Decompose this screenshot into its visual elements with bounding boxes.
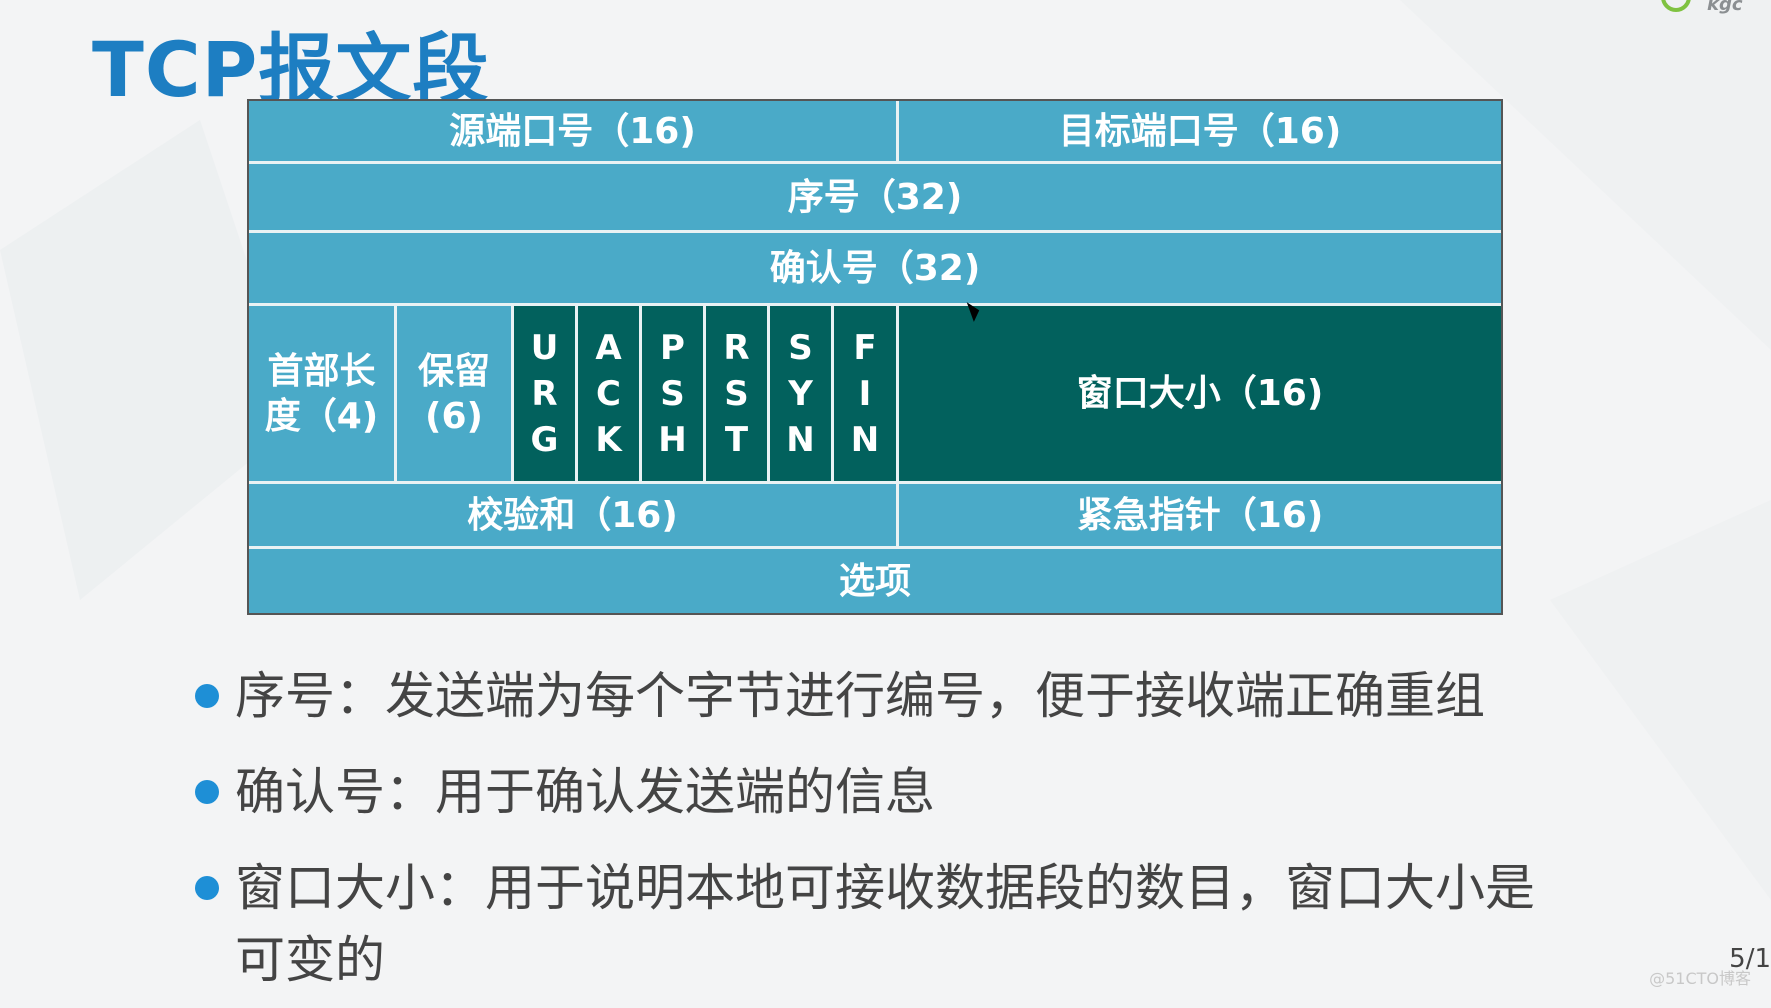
flag-psh: PSH: [642, 306, 703, 481]
brand-logo: kgc: [1661, 0, 1771, 15]
divider: [831, 303, 834, 481]
divider: [767, 303, 770, 481]
divider: [639, 303, 642, 481]
divider: [896, 101, 899, 161]
dest-port-cell: 目标端口号（16): [899, 101, 1501, 161]
header-length-cell: 首部长 度（4): [249, 306, 394, 481]
flag-urg: URG: [514, 306, 575, 481]
divider: [249, 161, 1501, 164]
bullet-dot-icon: [195, 876, 219, 900]
divider: [575, 303, 578, 481]
reserved-line1: 保留: [417, 350, 490, 392]
flag-fin: FIN: [834, 306, 896, 481]
header-length-line2: 度（4): [264, 395, 379, 437]
reserved-line2: (6): [425, 395, 483, 437]
divider: [249, 481, 1501, 484]
divider: [511, 303, 514, 481]
source-port-cell: 源端口号（16): [249, 101, 896, 161]
checksum-cell: 校验和（16): [249, 484, 896, 546]
divider: [896, 484, 899, 546]
watermark: @51CTO博客: [1649, 969, 1751, 988]
window-size-cell: 窗口大小（16): [899, 306, 1501, 481]
divider: [249, 546, 1501, 549]
ack-number-cell: 确认号（32): [249, 233, 1501, 303]
divider: [896, 303, 899, 481]
urgent-pointer-cell: 紧急指针（16): [899, 484, 1501, 546]
flag-rst: RST: [706, 306, 767, 481]
tcp-segment-diagram: 源端口号（16) 目标端口号（16) 序号（32) 确认号（32) 首部长 度（…: [247, 99, 1503, 615]
divider: [703, 303, 706, 481]
bullet-text: 确认号：用于确认发送端的信息: [235, 763, 935, 821]
bullet-dot-icon: [195, 780, 219, 804]
divider: [249, 230, 1501, 233]
sequence-number-cell: 序号（32): [249, 164, 1501, 230]
reserved-cell: 保留 (6): [397, 306, 511, 481]
bullet-dot-icon: [195, 684, 219, 708]
divider: [249, 303, 1501, 306]
flag-ack: ACK: [578, 306, 639, 481]
bullet-text: 窗口大小：用于说明本地可接收数据段的数目，窗口大小是: [235, 859, 1535, 917]
flag-syn: SYN: [770, 306, 831, 481]
bullet-text: 序号：发送端为每个字节进行编号，便于接收端正确重组: [235, 667, 1485, 725]
options-cell: 选项: [249, 549, 1501, 613]
divider: [394, 303, 397, 481]
header-length-line1: 首部长: [267, 350, 376, 392]
